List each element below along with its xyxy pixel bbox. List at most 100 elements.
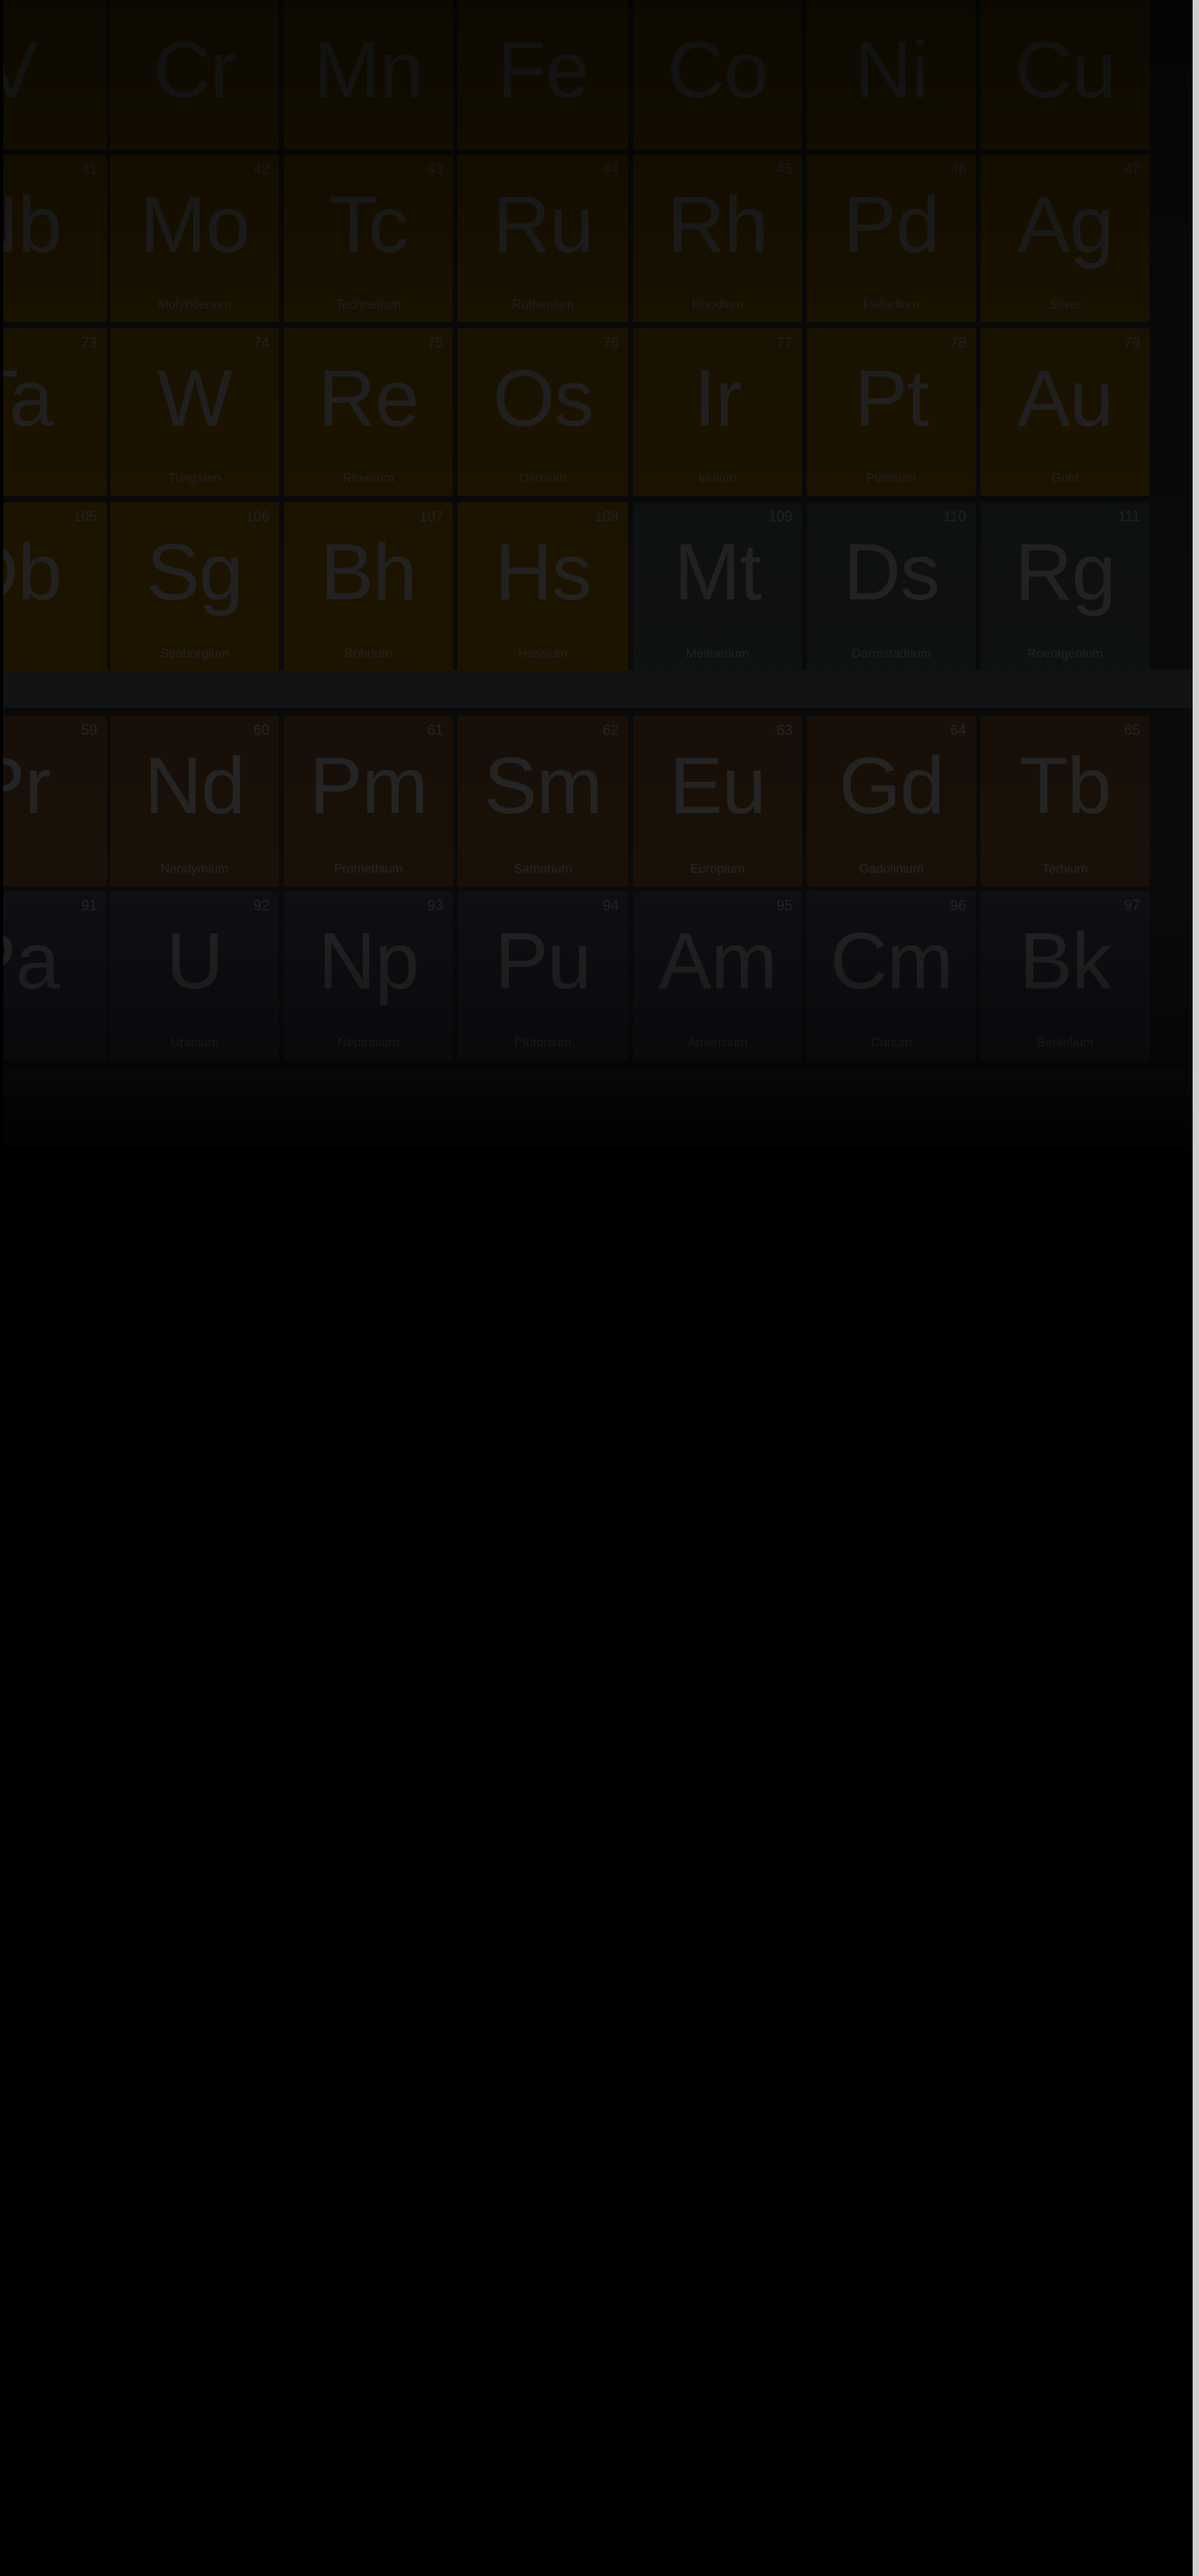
element-tile-pd[interactable]: 46 Pd Palladium — [807, 155, 976, 322]
element-tile-ag[interactable]: 47 Ag Silver — [981, 155, 1150, 322]
window-edge — [1193, 0, 1199, 2576]
element-tile-ds[interactable]: 110 Ds Darmstadtium — [807, 502, 976, 671]
element-tile-tc[interactable]: 43 Tc Technetium — [284, 155, 453, 322]
element-tile-sg[interactable]: 106 Sg Seaborgium — [110, 502, 279, 671]
atomic-number: 95 — [776, 897, 792, 913]
element-name: Tungsten — [167, 472, 222, 485]
element-name: Curium — [871, 1036, 912, 1050]
element-tile-pu[interactable]: 94 Pu Plutonium — [458, 891, 628, 1060]
atomic-number: 64 — [949, 722, 966, 738]
element-tile-eu[interactable]: 63 Eu Europium — [633, 716, 802, 886]
element-symbol: Bh — [320, 528, 417, 617]
element-name: Platinum — [866, 472, 917, 485]
atomic-number: 41 — [81, 161, 97, 177]
element-symbol: Tc — [329, 180, 408, 269]
element-tile-ni[interactable]: Ni — [807, 0, 976, 150]
atomic-number: 92 — [253, 897, 269, 913]
element-tile-co[interactable]: Co — [633, 0, 802, 150]
element-name: Terbium — [1042, 862, 1088, 876]
element-symbol: Pd — [843, 180, 940, 269]
element-tile-nb[interactable]: 41 Nb — [3, 155, 107, 322]
atomic-number: 62 — [602, 722, 619, 738]
element-tile-u[interactable]: 92 U Uranium — [110, 891, 279, 1060]
element-tile-v[interactable]: V — [3, 0, 107, 150]
element-symbol: Cu — [1015, 26, 1116, 115]
atomic-number: 43 — [427, 161, 443, 177]
element-tile-mo[interactable]: 42 Mo Molybdenum — [110, 155, 279, 322]
element-tile-cu[interactable]: Cu — [981, 0, 1150, 150]
atomic-number: 60 — [253, 722, 269, 738]
element-tile-db[interactable]: 105 Db — [3, 502, 107, 671]
element-tile-sm[interactable]: 62 Sm Samarium — [458, 716, 628, 886]
element-symbol: Pt — [854, 354, 929, 443]
element-symbol: Os — [493, 354, 594, 443]
element-symbol: Re — [318, 354, 419, 443]
element-tile-ta[interactable]: 73 Ta — [3, 328, 107, 496]
element-tile-gd[interactable]: 64 Gd Gadolinium — [807, 716, 976, 886]
element-name: Neodymium — [160, 862, 229, 876]
element-tile-w[interactable]: 74 W Tungsten — [110, 328, 279, 496]
element-symbol: Mo — [140, 180, 250, 269]
element-tile-ru[interactable]: 44 Ru Ruthenium — [458, 155, 628, 322]
element-tile-pt[interactable]: 78 Pt Platinum — [807, 328, 976, 496]
element-symbol: Bk — [1019, 917, 1112, 1006]
element-symbol: Eu — [669, 741, 766, 831]
atomic-number: 108 — [594, 509, 619, 524]
element-symbol: V — [3, 26, 38, 115]
element-name: Palladium — [863, 298, 920, 312]
atomic-number: 76 — [602, 335, 619, 351]
element-tile-rg[interactable]: 111 Rg Roentgenium — [981, 502, 1150, 671]
element-tile-mn[interactable]: Mn — [284, 0, 453, 150]
atomic-number: 42 — [253, 161, 269, 177]
atomic-number: 105 — [73, 509, 97, 524]
element-tile-pr[interactable]: 59 Pr — [3, 716, 107, 886]
element-tile-pa[interactable]: 91 Pa — [3, 891, 107, 1060]
atomic-number: 96 — [949, 897, 966, 913]
element-symbol: Am — [658, 917, 777, 1006]
atomic-number: 93 — [427, 897, 443, 913]
atomic-number: 73 — [81, 335, 97, 351]
element-symbol: Au — [1016, 354, 1114, 443]
element-tile-au[interactable]: 79 Au Gold — [981, 328, 1150, 496]
element-tile-cm[interactable]: 96 Cm Curium — [807, 891, 976, 1060]
element-symbol: Rh — [667, 180, 769, 269]
element-tile-fe[interactable]: Fe — [458, 0, 628, 150]
element-symbol: Cm — [830, 917, 953, 1006]
atomic-number: 109 — [768, 509, 792, 524]
element-tile-am[interactable]: 95 Am Americium — [633, 891, 802, 1060]
atomic-number: 74 — [253, 335, 269, 351]
element-name: Osmium — [519, 472, 567, 485]
element-name: Gold — [1052, 472, 1079, 485]
element-tile-bk[interactable]: 97 Bk Berkelium — [981, 891, 1150, 1060]
element-symbol: Mt — [674, 528, 761, 617]
element-name: Technetium — [336, 298, 401, 312]
atomic-number: 110 — [943, 509, 966, 524]
atomic-number: 97 — [1123, 897, 1140, 913]
element-symbol: Pa — [3, 917, 60, 1006]
element-tile-re[interactable]: 75 Re Rhenium — [284, 328, 453, 496]
element-tile-bh[interactable]: 107 Bh Bohrium — [284, 502, 453, 671]
element-name: Europium — [690, 862, 745, 876]
element-tile-os[interactable]: 76 Os Osmium — [458, 328, 628, 496]
element-tile-pm[interactable]: 61 Pm Promethium — [284, 716, 453, 886]
element-tile-mt[interactable]: 109 Mt Meitnerium — [633, 502, 802, 671]
element-tile-cr[interactable]: Cr — [110, 0, 279, 150]
element-tile-np[interactable]: 93 Np Neptunium — [284, 891, 453, 1060]
element-symbol: Hs — [494, 528, 592, 617]
element-symbol: Tb — [1019, 741, 1112, 831]
element-symbol: Ag — [1016, 180, 1114, 269]
element-tile-hs[interactable]: 108 Hs Hassium — [458, 502, 628, 671]
element-symbol: Fe — [497, 26, 590, 115]
element-tile-tb[interactable]: 65 Tb Terbium — [981, 716, 1150, 886]
element-symbol: Db — [3, 528, 62, 617]
element-tile-nd[interactable]: 60 Nd Neodymium — [110, 716, 279, 886]
element-tile-ir[interactable]: 77 Ir Iridium — [633, 328, 802, 496]
element-symbol: U — [166, 917, 223, 1006]
atomic-number: 63 — [776, 722, 792, 738]
element-tile-rh[interactable]: 45 Rh Rhodium — [633, 155, 802, 322]
element-name: Gadolinium — [859, 862, 924, 876]
atomic-number: 46 — [949, 161, 966, 177]
element-symbol: Mn — [313, 26, 424, 115]
element-name: Meitnerium — [686, 647, 749, 661]
element-symbol: Sg — [146, 528, 243, 617]
